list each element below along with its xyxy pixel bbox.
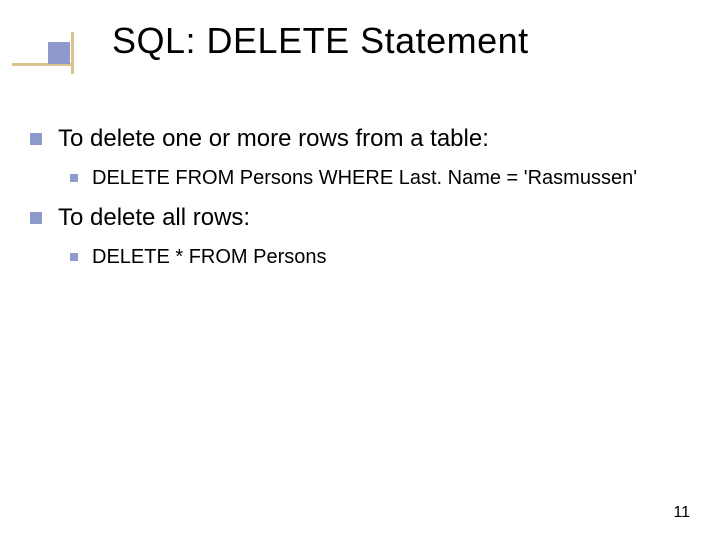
bullet-square-icon (30, 133, 42, 145)
page-number: 11 (673, 504, 690, 522)
bullet-text: To delete all rows: (58, 204, 250, 233)
bullet-square-icon (70, 174, 78, 182)
slide-title: SQL: DELETE Statement (112, 20, 529, 62)
title-vertical-line (71, 32, 74, 74)
list-item: DELETE * FROM Persons (70, 245, 690, 269)
bullet-text: DELETE FROM Persons WHERE Last. Name = '… (92, 166, 637, 190)
list-item: DELETE FROM Persons WHERE Last. Name = '… (70, 166, 690, 190)
content-area: To delete one or more rows from a table:… (0, 95, 720, 269)
bullet-text: DELETE * FROM Persons (92, 245, 327, 269)
title-area: SQL: DELETE Statement (0, 0, 720, 95)
bullet-square-icon (70, 253, 78, 261)
bullet-text: To delete one or more rows from a table: (58, 125, 489, 154)
list-item: To delete one or more rows from a table: (30, 125, 690, 154)
bullet-square-icon (30, 212, 42, 224)
title-square-icon (48, 42, 70, 64)
list-item: To delete all rows: (30, 204, 690, 233)
